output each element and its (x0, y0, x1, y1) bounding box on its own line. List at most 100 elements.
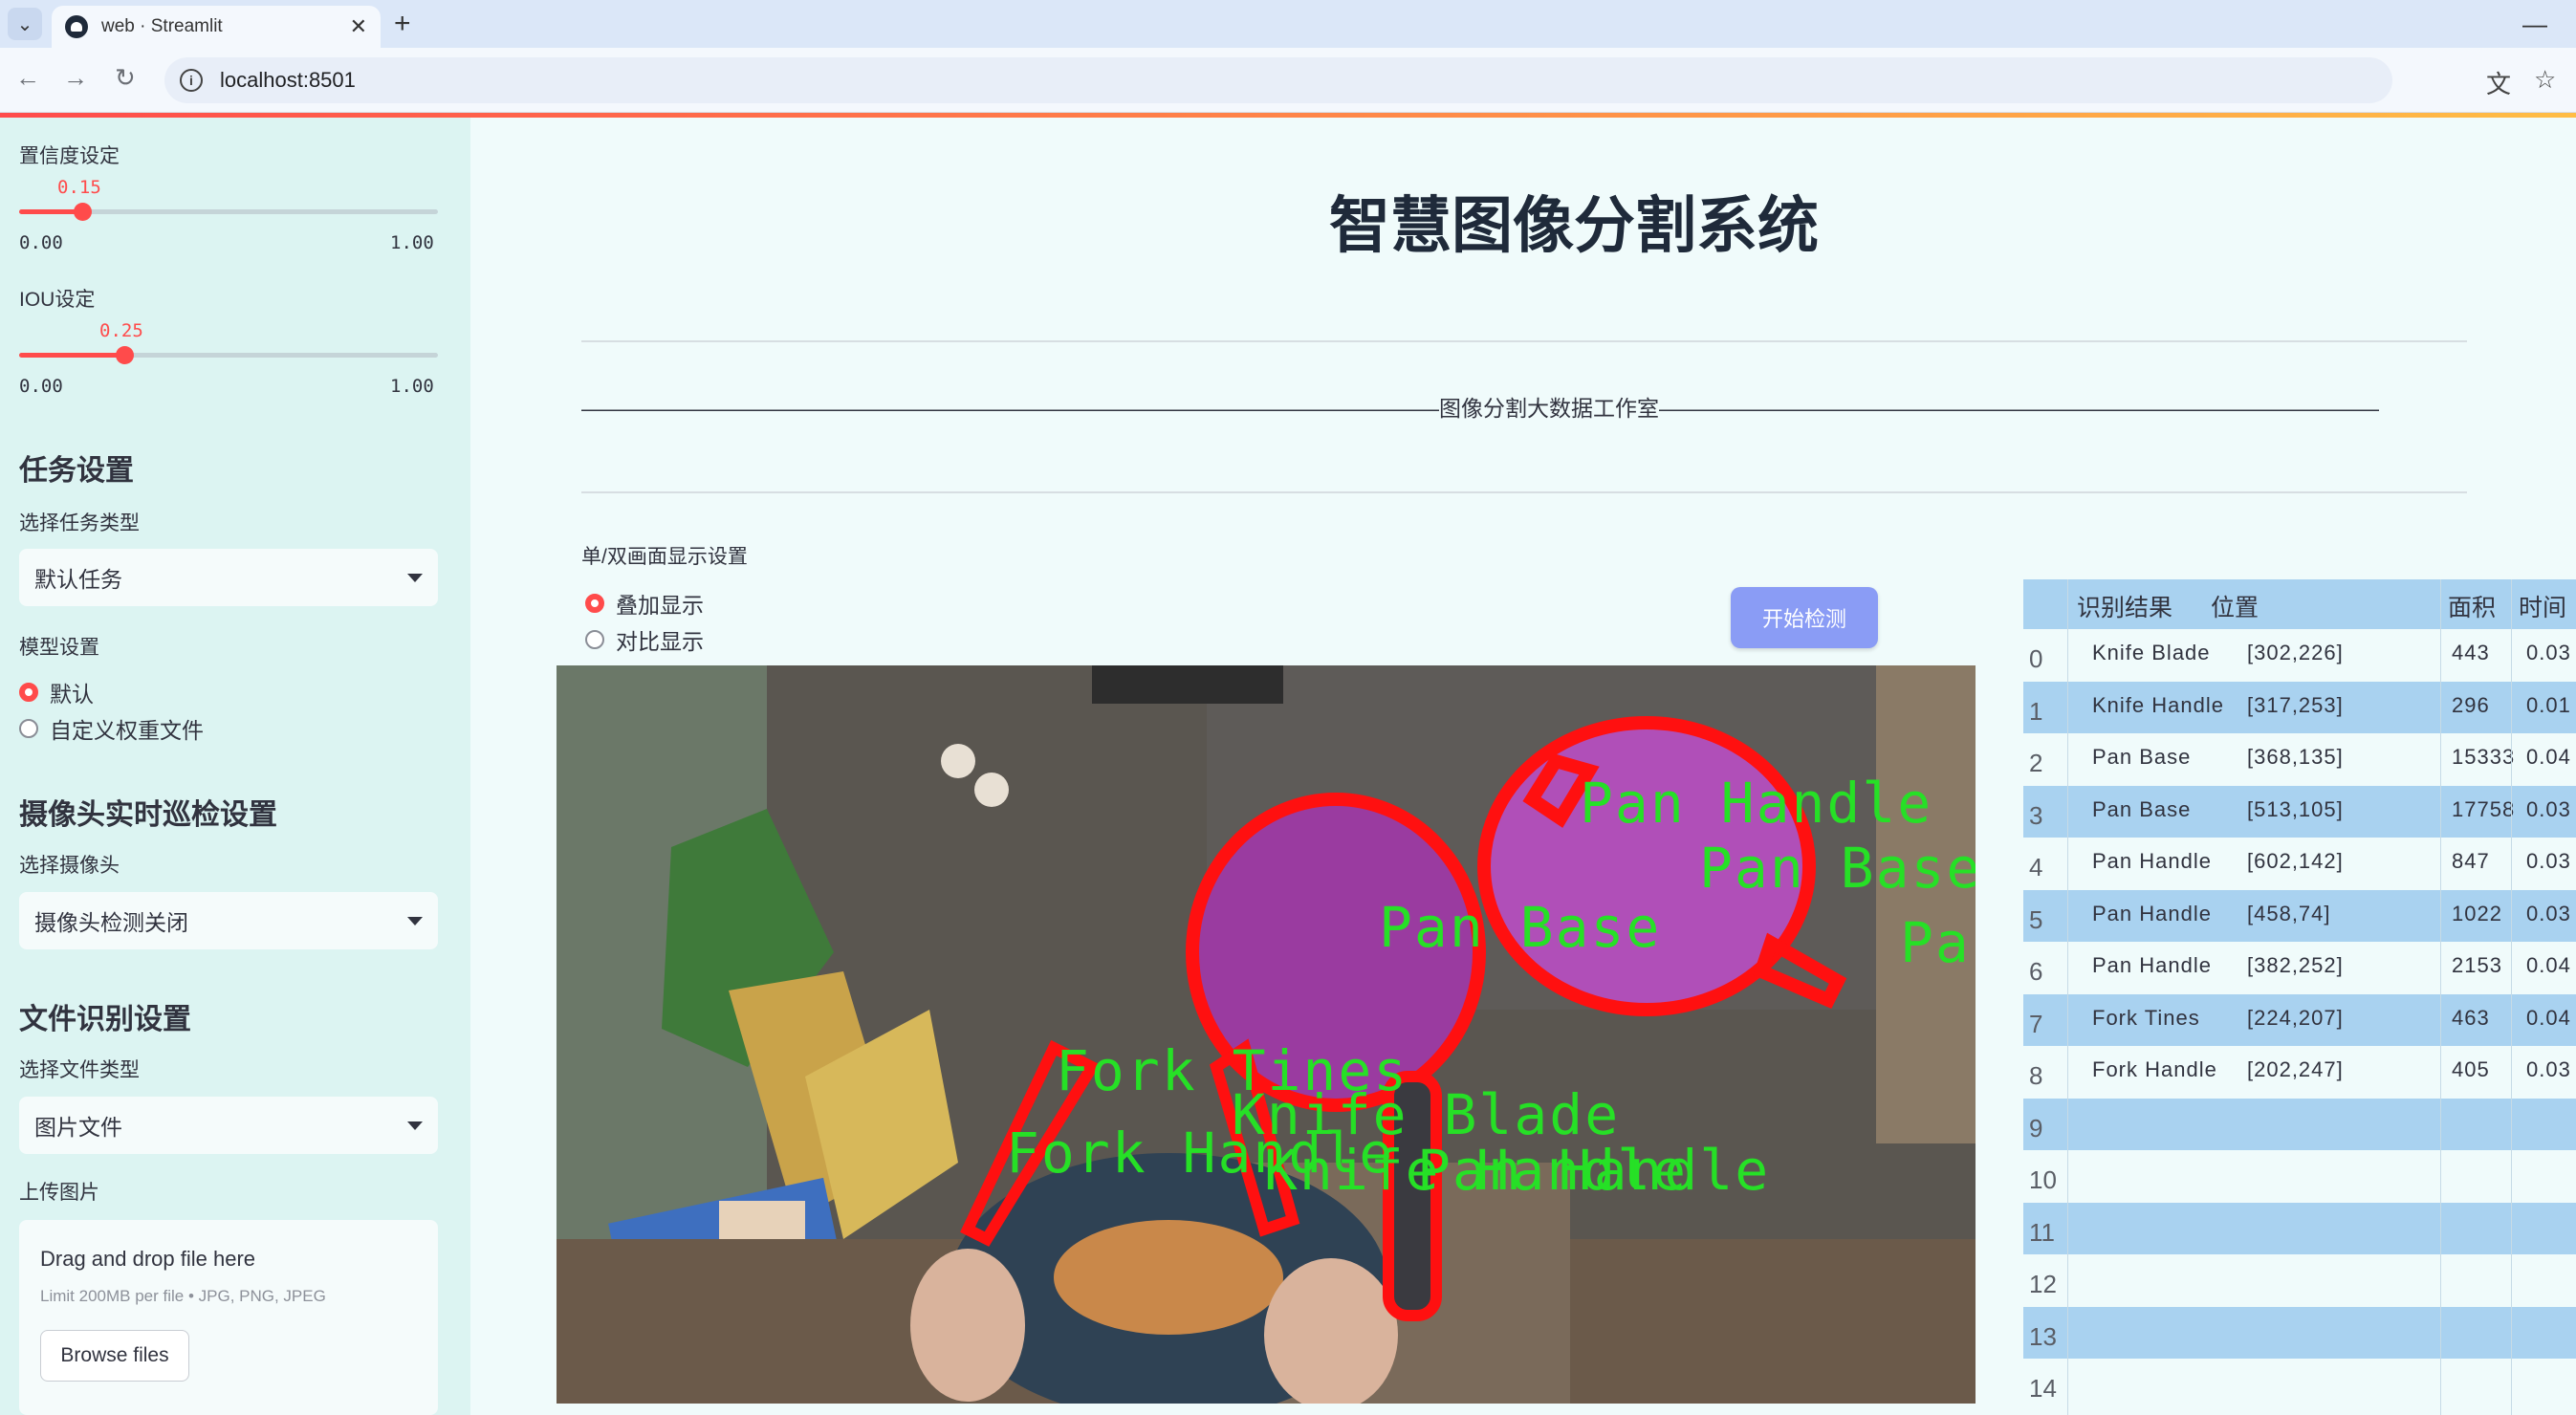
chevron-down-icon (407, 1121, 423, 1130)
iou-max: 1.00 (390, 376, 434, 397)
back-arrow-icon[interactable]: ← (15, 63, 40, 93)
model-option-custom[interactable]: 自定义权重文件 (19, 712, 204, 745)
seg-label: Pan Base (1379, 895, 1662, 960)
column-header[interactable]: 时间 (2519, 589, 2566, 623)
file-dropzone[interactable]: Drag and drop file here Limit 200MB per … (19, 1220, 438, 1415)
divider (581, 491, 2467, 493)
cell-label: Pan Handle (2092, 953, 2212, 977)
dropzone-limit: Limit 200MB per file • JPG, PNG, JPEG (40, 1287, 326, 1305)
task-type-label: 选择任务类型 (19, 512, 140, 534)
row-index: 9 (2029, 1113, 2043, 1143)
task-type-select[interactable]: 默认任务 (19, 549, 438, 606)
camera-select-label: 选择摄像头 (19, 855, 120, 877)
model-option-default[interactable]: 默认 (19, 676, 94, 708)
task-type-value: 默认任务 (34, 567, 122, 592)
table-row[interactable]: 8 Fork Handle [202,247] 405 0.03 (2023, 1046, 2576, 1098)
results-table[interactable]: 识别结果 位置 面积 时间 0 Knife Blade [302,226] 443 0.… (2023, 579, 2576, 1415)
view-option-compare[interactable]: 对比显示 (585, 623, 704, 656)
row-index: 14 (2029, 1374, 2057, 1403)
translate-icon[interactable]: ⽂ (2486, 65, 2511, 100)
table-row[interactable]: 10 (2023, 1150, 2576, 1202)
seg-label: Pan Handle (1580, 771, 1933, 836)
table-row[interactable]: 14 (2023, 1359, 2576, 1410)
table-row[interactable]: 1 Knife Handle [317,253] 296 0.01 (2023, 681, 2576, 733)
column-header[interactable]: 面积 (2448, 589, 2496, 623)
row-index: 8 (2029, 1061, 2043, 1090)
new-tab-icon[interactable]: + (394, 8, 411, 40)
iou-label: IOU设定 (19, 289, 96, 311)
seg-label: Pan Base (1699, 836, 1976, 901)
file-type-select[interactable]: 图片文件 (19, 1097, 438, 1154)
row-index: 5 (2029, 904, 2043, 934)
site-info-icon[interactable]: i (180, 69, 203, 92)
row-index: 4 (2029, 853, 2043, 882)
iou-slider-thumb[interactable] (115, 346, 134, 364)
row-index: 10 (2029, 1165, 2057, 1194)
chevron-down-icon (407, 916, 423, 925)
cell-time: 0.04 (2526, 1005, 2571, 1030)
table-row[interactable]: 7 Fork Tines [224,207] 463 0.04 (2023, 993, 2576, 1046)
table-row[interactable]: 2 Pan Base [368,135] 15333 0.04 (2023, 733, 2576, 785)
table-row[interactable]: 11 (2023, 1202, 2576, 1254)
confidence-slider-thumb[interactable] (73, 203, 92, 221)
row-index: 12 (2029, 1270, 2057, 1298)
table-row[interactable]: 13 (2023, 1306, 2576, 1359)
iou-slider[interactable] (19, 346, 438, 364)
cell-label: Fork Tines (2092, 1005, 2200, 1030)
cell-area: 17758 (2452, 796, 2516, 821)
forward-arrow-icon[interactable]: → (63, 63, 88, 93)
table-row[interactable]: 0 Knife Blade [302,226] 443 0.03 (2023, 629, 2576, 681)
tab-list-chevron-icon[interactable]: ⌄ (8, 8, 42, 40)
cell-time: 0.03 (2526, 901, 2571, 925)
address-bar[interactable]: i localhost:8501 (164, 57, 2392, 103)
start-detection-button[interactable]: 开始检测 (1731, 587, 1878, 648)
confidence-max: 1.00 (390, 232, 434, 253)
confidence-value: 0.15 (57, 177, 101, 198)
cell-position: [602,142] (2247, 849, 2344, 873)
table-row[interactable]: 9 (2023, 1098, 2576, 1150)
reload-icon[interactable]: ↻ (115, 63, 136, 93)
column-header[interactable]: 识别结果 (2077, 589, 2172, 623)
view-option-label: 对比显示 (616, 629, 704, 654)
tab-close-icon[interactable]: ✕ (350, 14, 367, 39)
divider (581, 340, 2467, 342)
table-row[interactable]: 4 Pan Handle [602,142] 847 0.03 (2023, 838, 2576, 889)
chevron-down-icon (407, 573, 423, 582)
row-index: 13 (2029, 1321, 2057, 1351)
browse-files-button[interactable]: Browse files (40, 1330, 189, 1382)
confidence-slider-fill (19, 209, 82, 214)
cell-area: 463 (2452, 1005, 2490, 1030)
dropzone-title: Drag and drop file here (40, 1247, 256, 1271)
seg-label: Pa (1900, 910, 1971, 975)
row-index: 2 (2029, 749, 2043, 777)
cell-area: 1022 (2452, 901, 2502, 925)
studio-banner: ———————————————————————————————————————图… (581, 396, 2379, 421)
view-option-overlay[interactable]: 叠加显示 (585, 587, 704, 620)
column-divider (2511, 579, 2512, 1415)
cell-label: Pan Base (2092, 745, 2192, 769)
bookmark-star-icon[interactable]: ☆ (2534, 65, 2556, 95)
row-index: 6 (2029, 957, 2043, 986)
file-type-value: 图片文件 (34, 1115, 122, 1140)
model-settings-label: 模型设置 (19, 637, 99, 659)
table-row[interactable]: 5 Pan Handle [458,74] 1022 0.03 (2023, 889, 2576, 942)
minimize-icon[interactable]: — (2522, 10, 2547, 39)
camera-select[interactable]: 摄像头检测关闭 (19, 892, 438, 949)
table-row[interactable]: 3 Pan Base [513,105] 17758 0.03 (2023, 785, 2576, 838)
radio-selected-icon (585, 594, 604, 613)
sidebar: 置信度设定 0.15 0.00 1.00 IOU设定 0.25 0.00 1.0… (0, 118, 470, 1415)
confidence-slider[interactable] (19, 203, 438, 221)
camera-settings-heading: 摄像头实时巡检设置 (19, 799, 277, 831)
radio-selected-icon (19, 683, 38, 702)
browser-toolbar: ← → ↻ i localhost:8501 ⽂ ☆ (0, 48, 2576, 113)
cell-label: Knife Blade (2092, 641, 2211, 664)
column-header[interactable]: 位置 (2211, 589, 2259, 623)
cell-time: 0.03 (2526, 796, 2571, 821)
radio-unselected-icon (585, 630, 604, 649)
table-row[interactable]: 6 Pan Handle [382,252] 2153 0.04 (2023, 942, 2576, 993)
iou-value: 0.25 (99, 320, 143, 341)
cell-area: 15333 (2452, 745, 2516, 769)
table-row[interactable]: 12 (2023, 1254, 2576, 1306)
browser-tab[interactable]: web · Streamlit ✕ (52, 6, 381, 48)
model-option-label: 自定义权重文件 (50, 718, 204, 743)
